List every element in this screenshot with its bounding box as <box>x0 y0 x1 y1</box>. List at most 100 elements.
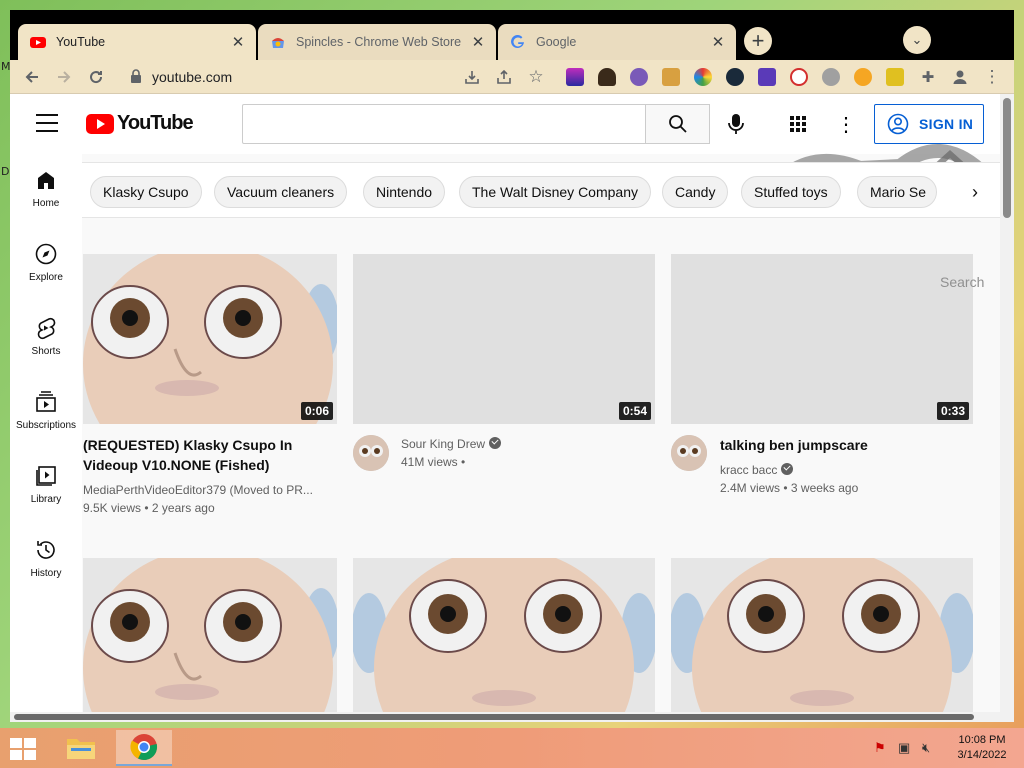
extension-icon[interactable] <box>822 68 840 86</box>
chip-mario-series[interactable]: Mario Se <box>857 176 937 208</box>
star-icon: ☆ <box>528 67 544 86</box>
extension-icon[interactable] <box>886 68 904 86</box>
sidebar-item-label: Library <box>30 494 62 505</box>
chip-vacuum-cleaners[interactable]: Vacuum cleaners <box>214 176 348 208</box>
sidebar-item-label: Subscriptions <box>15 420 77 431</box>
video-title-line: Videoup V10.NONE (Fished) <box>83 457 270 473</box>
compass-icon <box>35 243 57 265</box>
chip-nintendo[interactable]: Nintendo <box>363 176 446 208</box>
youtube-logo[interactable]: YouTube <box>86 112 194 135</box>
account-circle-icon <box>887 113 909 135</box>
video-duration: 0:54 <box>618 402 651 420</box>
menu-button[interactable]: ⋮ <box>980 65 1004 89</box>
guide-menu-button[interactable] <box>36 114 58 132</box>
video-title[interactable]: (REQUESTED) Klasky Csupo In Videoup V10.… <box>83 435 337 475</box>
apps-grid-icon[interactable] <box>786 112 810 136</box>
close-tab-icon[interactable]: ✕ <box>470 33 486 51</box>
kebab-menu-icon: ⋮ <box>836 113 856 136</box>
hat-extension-icon[interactable] <box>598 68 616 86</box>
chips-next-button[interactable]: › <box>958 175 992 209</box>
tab-spincles[interactable]: Spincles - Chrome Web Store ✕ <box>258 24 496 60</box>
file-explorer-taskbar-button[interactable] <box>56 730 106 766</box>
windows-start-icon[interactable] <box>10 738 36 760</box>
network-icon[interactable]: ▣ <box>898 740 910 756</box>
extension-icon[interactable] <box>694 68 712 86</box>
dog-extension-icon[interactable] <box>662 68 680 86</box>
sign-in-button[interactable]: SIGN IN <box>874 104 984 144</box>
sidebar-item-history[interactable]: History <box>10 524 82 598</box>
sidebar-item-library[interactable]: Library <box>10 450 82 524</box>
video-thumbnail[interactable] <box>353 558 655 722</box>
video-thumbnail[interactable]: 0:54 <box>353 254 655 424</box>
install-button[interactable] <box>460 65 484 89</box>
video-thumbnail[interactable]: 0:33 <box>671 254 973 424</box>
channel-name[interactable]: kracc bacc <box>720 461 794 479</box>
new-tab-button[interactable]: + <box>744 27 772 55</box>
sidebar-item-label: History <box>30 568 62 579</box>
tab-strip: YouTube ✕ Spincles - Chrome Web Store ✕ … <box>10 10 1014 60</box>
profile-button[interactable] <box>948 65 972 89</box>
block-extension-icon[interactable] <box>790 68 808 86</box>
sidebar-item-label: Shorts <box>31 346 61 357</box>
face-thumbnail-image <box>353 558 655 722</box>
chrome-taskbar-button[interactable] <box>116 730 172 766</box>
chrome-icon <box>130 734 158 760</box>
channel-name[interactable]: Sour King Drew <box>401 435 502 453</box>
sidebar-item-home[interactable]: Home <box>10 154 82 228</box>
kebab-menu-icon: ⋮ <box>983 67 1001 86</box>
scrollbar-thumb[interactable] <box>1003 98 1011 218</box>
download-icon <box>465 71 479 84</box>
search-input[interactable] <box>242 104 646 144</box>
video-thumbnail[interactable] <box>671 558 973 722</box>
back-button[interactable] <box>20 65 44 89</box>
sun-extension-icon[interactable] <box>854 68 872 86</box>
reload-icon <box>90 71 103 84</box>
horizontal-scrollbar[interactable] <box>10 712 1000 722</box>
bookmark-button[interactable]: ☆ <box>524 65 548 89</box>
view-count: 41M views <box>401 455 458 469</box>
close-tab-icon[interactable]: ✕ <box>710 33 726 51</box>
chip-walt-disney-company[interactable]: The Walt Disney Company <box>459 176 651 208</box>
sidebar-item-subscriptions[interactable]: Subscriptions <box>10 376 82 450</box>
desktop-icon-label: D <box>1 165 10 178</box>
channel-avatar[interactable] <box>671 435 707 471</box>
speaker-muted-icon[interactable]: 🔇︎ <box>922 740 930 756</box>
tab-search-button[interactable]: ⌄ <box>903 26 931 54</box>
video-title[interactable]: talking ben jumpscare <box>720 435 980 455</box>
tab-youtube[interactable]: YouTube ✕ <box>18 24 256 60</box>
extension-icon[interactable] <box>726 68 744 86</box>
chip-candy[interactable]: Candy <box>662 176 729 208</box>
extension-icon[interactable] <box>758 68 776 86</box>
extension-icon[interactable] <box>630 68 648 86</box>
close-tab-icon[interactable]: ✕ <box>230 33 246 51</box>
chip-stuffed-toys[interactable]: Stuffed toys <box>741 176 841 208</box>
channel-name[interactable]: MediaPerthVideoEditor379 (Moved to PR... <box>83 481 318 499</box>
sidebar-item-explore[interactable]: Explore <box>10 228 82 302</box>
vertical-scrollbar[interactable] <box>1000 94 1014 722</box>
home-icon <box>38 172 54 189</box>
extension-icon[interactable] <box>566 68 584 86</box>
settings-button[interactable]: ⋮ <box>836 110 856 138</box>
tab-title: Google <box>536 35 577 49</box>
extensions-button[interactable]: ✚ <box>916 65 940 89</box>
guide-sidebar: Home Explore Shorts Subscriptions Librar… <box>10 154 82 722</box>
clock-time: 10:08 PM <box>958 734 1006 746</box>
channel-avatar[interactable] <box>353 435 389 471</box>
reload-button[interactable] <box>84 65 108 89</box>
lock-icon <box>131 69 141 83</box>
video-thumbnail[interactable] <box>83 558 337 722</box>
tab-google[interactable]: Google ✕ <box>498 24 736 60</box>
view-count: 2.4M views <box>720 481 781 495</box>
subscriptions-icon <box>36 391 56 412</box>
scrollbar-thumb[interactable] <box>14 714 974 720</box>
search-button[interactable] <box>646 104 710 144</box>
sidebar-item-shorts[interactable]: Shorts <box>10 302 82 376</box>
voice-search-button[interactable] <box>720 108 752 140</box>
video-thumbnail[interactable]: 0:06 <box>83 254 337 424</box>
system-clock[interactable]: 10:08 PM 3/14/2022 <box>950 733 1014 763</box>
chip-klasky-csupo[interactable]: Klasky Csupo <box>90 176 202 208</box>
share-button[interactable] <box>492 65 516 89</box>
video-stats: 41M views • <box>401 455 466 469</box>
forward-button[interactable] <box>52 65 76 89</box>
flag-alert-icon[interactable]: ⚑ <box>874 740 886 756</box>
